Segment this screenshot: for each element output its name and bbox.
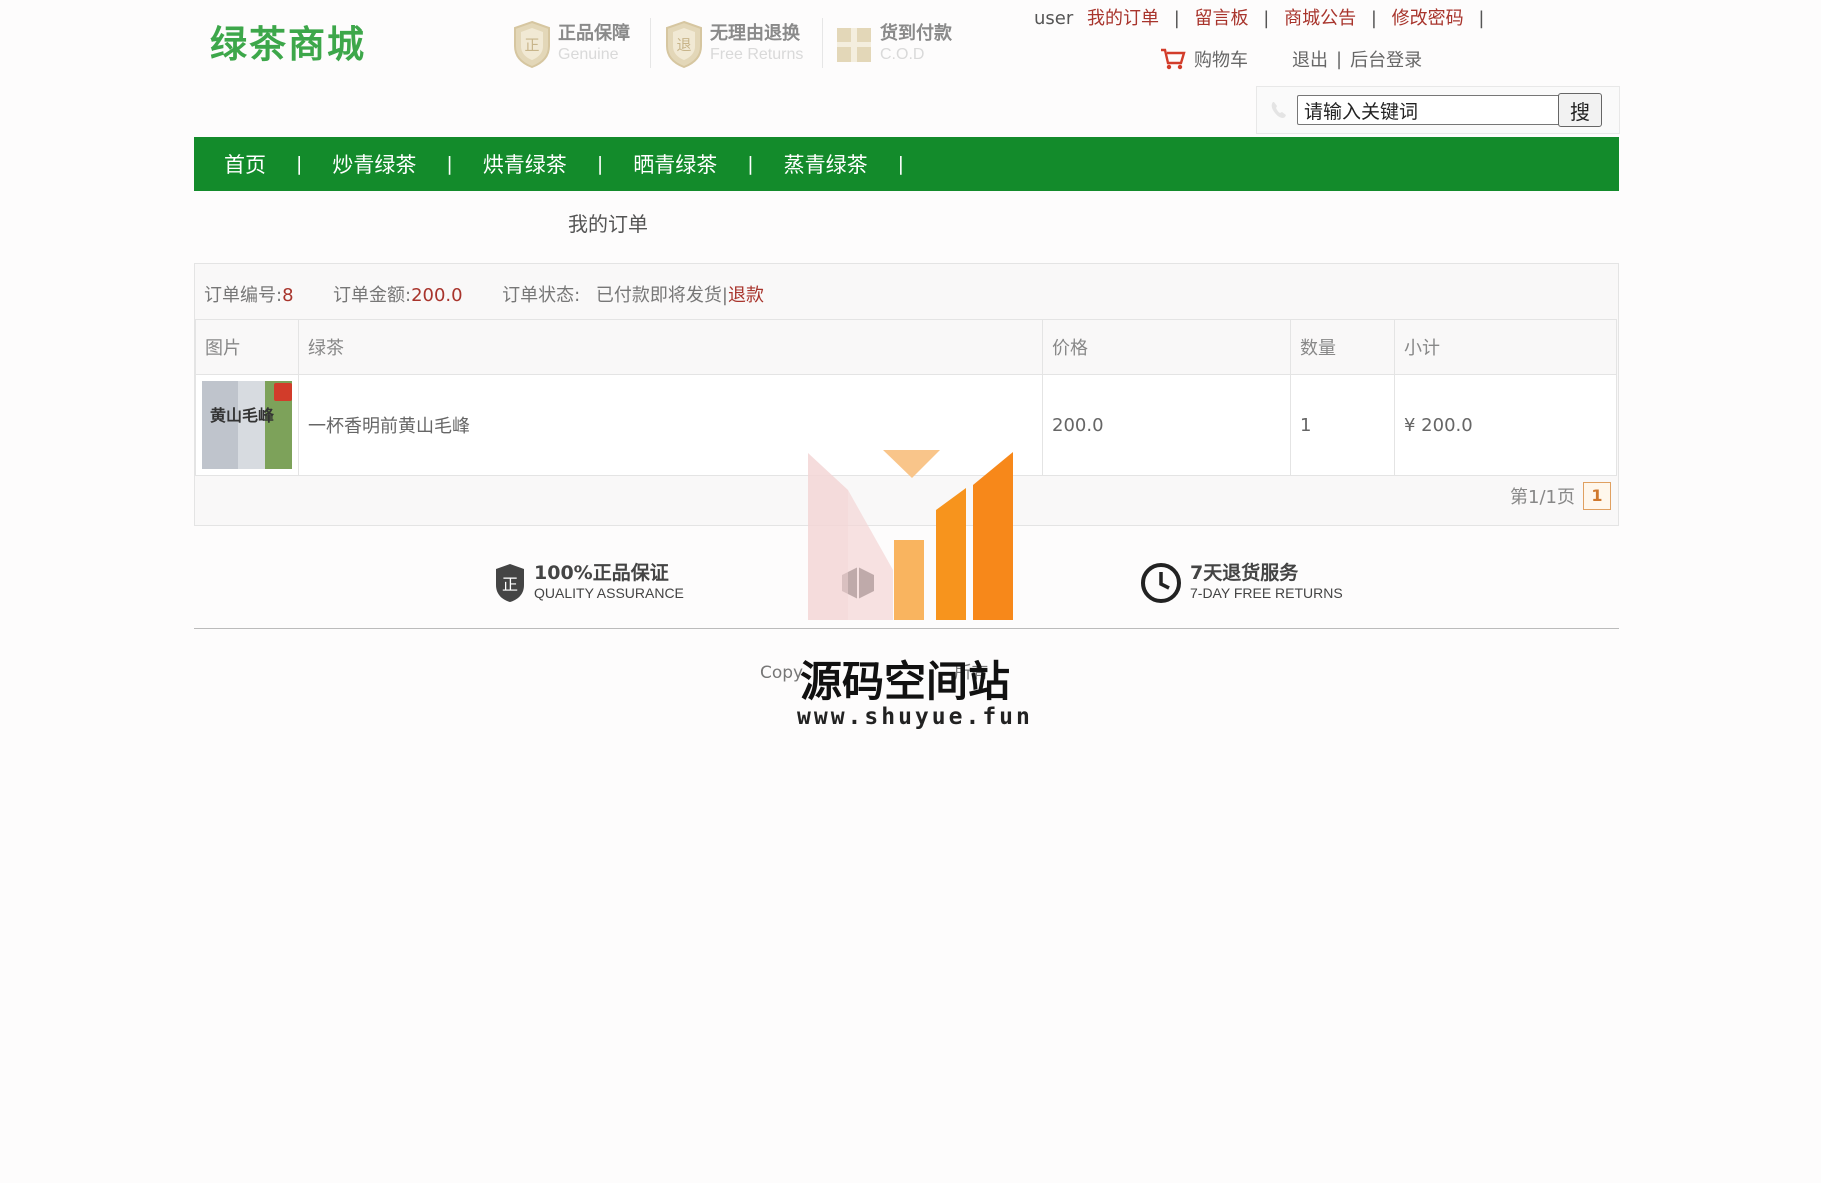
separator: | [1173, 8, 1180, 29]
col-image: 图片 [195, 319, 299, 375]
shield-tui-icon: 退 [666, 20, 702, 68]
nav-item-sun-dried[interactable]: 晒青绿茶 [633, 149, 717, 179]
nav-separator: | [747, 153, 754, 175]
nav-item-pan-fired[interactable]: 炒青绿茶 [332, 149, 416, 179]
shield-zheng-icon: 正 [514, 20, 550, 68]
footer-divider [194, 628, 1619, 629]
page-number-current[interactable]: 1 [1582, 482, 1611, 510]
pagination: 第1/1页 1 [1510, 482, 1611, 510]
order-number-label: 订单编号: [204, 285, 283, 306]
svg-text:退: 退 [676, 36, 691, 54]
site-logo[interactable]: 绿茶商城 [210, 14, 366, 68]
product-image[interactable]: 黄山毛峰 [202, 381, 292, 469]
order-amount-label: 订单金额: [333, 285, 412, 306]
order-number: 8 [282, 285, 294, 306]
product-image-text: 黄山毛峰 [210, 406, 275, 425]
cart-row: 购物车 退出 | 后台登录 [1160, 46, 1422, 72]
feature-title: 7天退货服务 [1190, 562, 1299, 584]
order-header: 订单编号:8 订单金额:200.0 订单状态: 已付款即将发货|退款 [204, 281, 764, 307]
nav-separator: | [897, 153, 905, 175]
table-header-row: 图片 绿茶 价格 数量 小计 [195, 319, 1617, 375]
divider [650, 18, 651, 68]
refund-link[interactable]: 退款 [728, 285, 764, 306]
product-price: 200.0 [1042, 374, 1291, 476]
link-my-orders[interactable]: 我的订单 [1087, 8, 1159, 29]
separator: | [1370, 8, 1377, 29]
separator: | [1478, 8, 1485, 29]
link-admin-login[interactable]: 后台登录 [1350, 46, 1422, 72]
badge-title: 货到付款 [880, 23, 952, 44]
badge-subtitle: C.O.D [880, 46, 925, 63]
nav-separator: | [446, 153, 453, 175]
pager-text: 第1/1页 [1510, 487, 1575, 508]
username: user [1034, 8, 1074, 29]
product-image-cell: 黄山毛峰 [195, 374, 299, 476]
col-qty: 数量 [1290, 319, 1395, 375]
link-logout[interactable]: 退出 [1292, 46, 1328, 72]
watermark-url: www.shuyue.fun [797, 704, 1033, 730]
watermark-logo-icon [808, 450, 1013, 620]
link-message-board[interactable]: 留言板 [1195, 8, 1249, 29]
main-nav: 首页 | 炒青绿茶 | 烘青绿茶 | 晒青绿茶 | 蒸青绿茶 | [194, 137, 1619, 191]
watermark-title: 源码空间站 [800, 657, 1011, 706]
link-announcements[interactable]: 商城公告 [1284, 8, 1356, 29]
separator: | [1336, 48, 1343, 70]
nav-separator: | [296, 153, 303, 175]
feature-subtitle: 7-DAY FREE RETURNS [1190, 585, 1343, 601]
nav-item-steamed[interactable]: 蒸青绿茶 [784, 149, 868, 179]
gift-box-icon [837, 28, 871, 62]
divider [822, 18, 823, 68]
order-amount: 200.0 [411, 285, 463, 306]
feature-subtitle: QUALITY ASSURANCE [534, 585, 684, 601]
svg-text:正: 正 [502, 575, 518, 594]
badge-subtitle: Free Returns [710, 46, 804, 63]
badge-free-returns: 退 无理由退换 Free Returns [664, 16, 803, 72]
badge-cod: 货到付款 C.O.D [834, 16, 952, 72]
search-button[interactable]: 搜 [1558, 93, 1602, 127]
product-qty: 1 [1290, 374, 1395, 476]
badge-title: 正品保障 [558, 23, 630, 44]
nav-separator: | [596, 153, 604, 175]
feature-title: 100%正品保证 [534, 562, 669, 584]
badge-title: 无理由退换 [710, 23, 800, 44]
col-price: 价格 [1042, 319, 1291, 375]
product-image-tag [274, 383, 292, 401]
separator: | [1263, 8, 1270, 29]
product-subtotal: ¥ 200.0 [1394, 374, 1617, 476]
shield-zheng-icon: 正 [496, 564, 524, 602]
search-input[interactable] [1297, 95, 1561, 125]
order-status: 已付款即将发货| [595, 285, 728, 306]
svg-text:正: 正 [524, 36, 539, 54]
badge-subtitle: Genuine [558, 46, 619, 63]
cart-icon[interactable] [1160, 47, 1186, 71]
feature-returns: 7天退货服务 7-DAY FREE RETURNS [1140, 558, 1343, 608]
phone-icon [1271, 102, 1286, 118]
col-tea: 绿茶 [298, 319, 1043, 375]
link-change-password[interactable]: 修改密码 [1392, 8, 1464, 29]
top-links: user 我的订单 | 留言板 | 商城公告 | 修改密码 | [1034, 4, 1493, 30]
col-subtotal: 小计 [1394, 319, 1617, 375]
feature-quality: 正 100%正品保证 QUALITY ASSURANCE [494, 558, 684, 608]
link-cart[interactable]: 购物车 [1194, 46, 1248, 72]
clock-icon [1141, 563, 1181, 603]
badge-genuine: 正 正品保障 Genuine [512, 16, 630, 72]
order-status-label: 订单状态: [502, 285, 581, 306]
nav-item-home[interactable]: 首页 [224, 149, 266, 179]
nav-item-baked[interactable]: 烘青绿茶 [483, 149, 567, 179]
page-title: 我的订单 [568, 212, 648, 236]
